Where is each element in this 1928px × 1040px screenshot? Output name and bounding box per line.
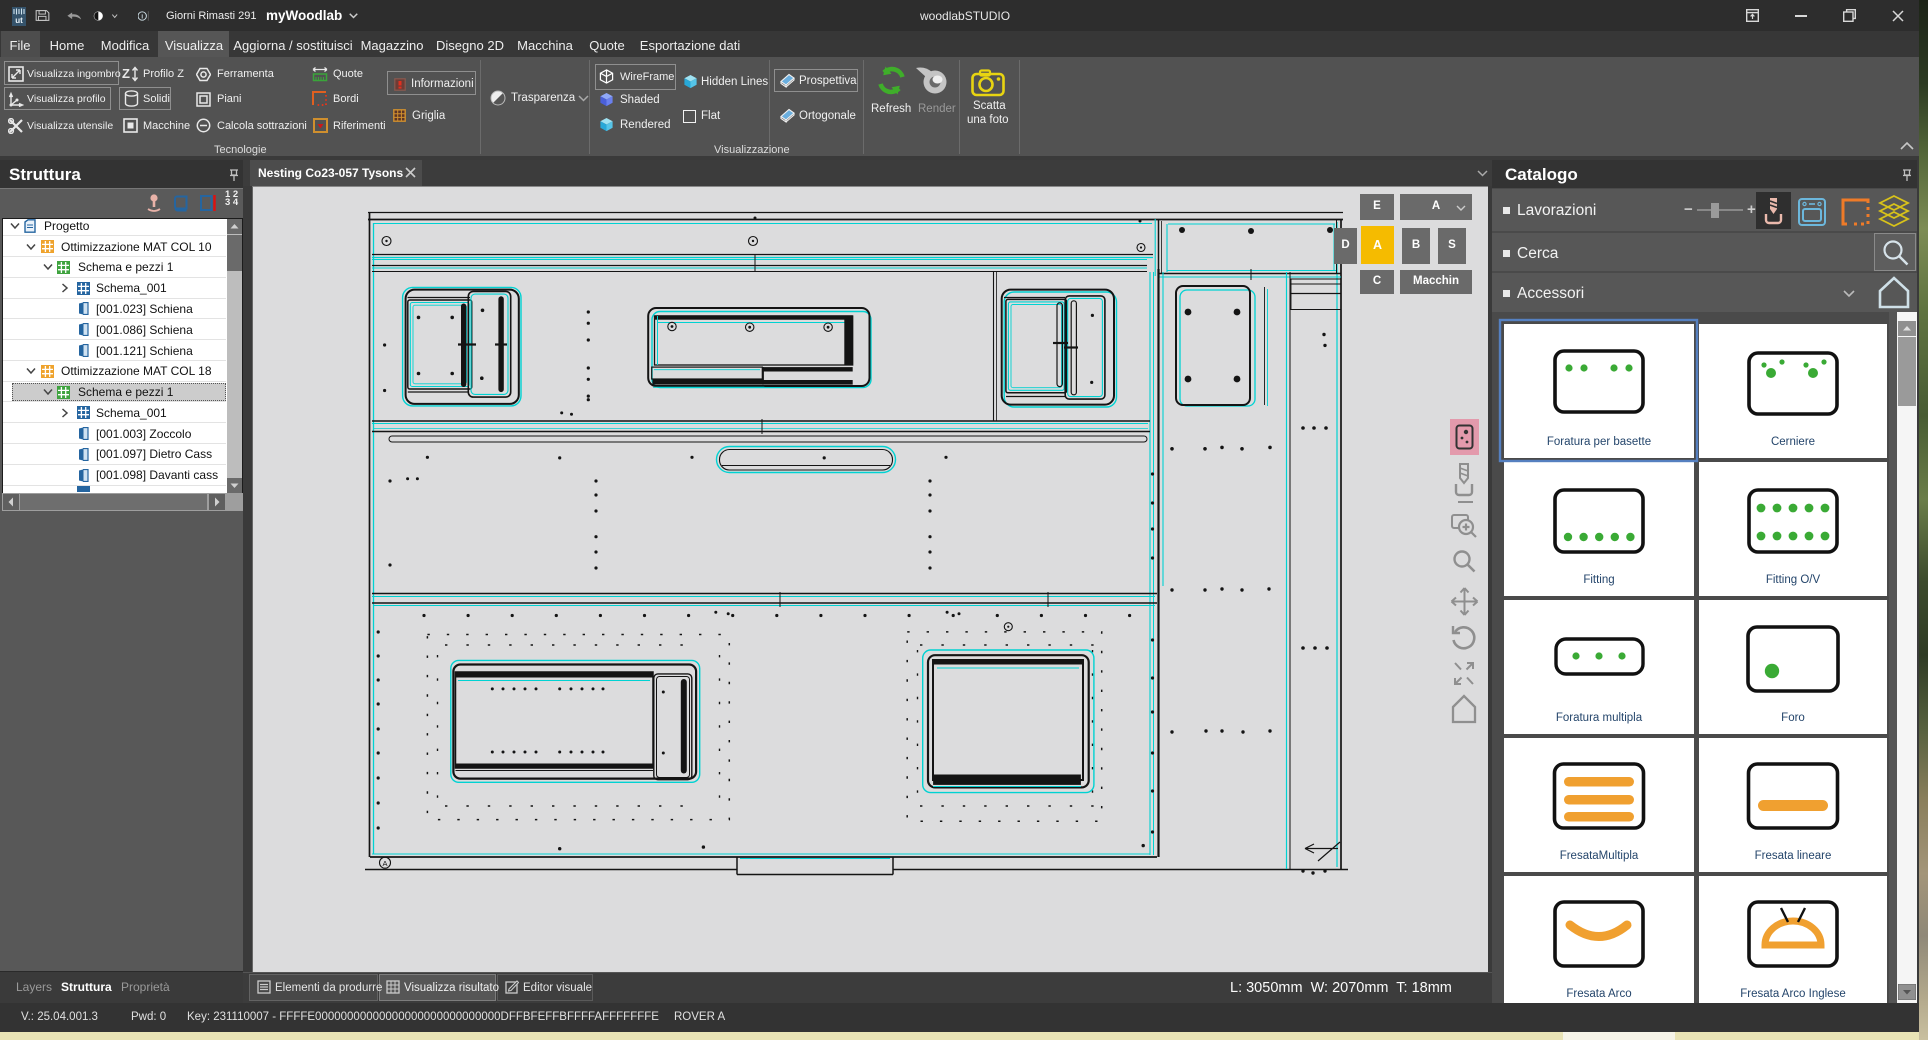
svg-text:i: i: [141, 14, 143, 20]
svg-text:ut: ut: [15, 16, 23, 25]
svg-text:Foratura per basette: Foratura per basette: [1547, 436, 1651, 448]
svg-text:Z: Z: [122, 66, 130, 81]
svg-text:Fitting O/V: Fitting O/V: [1766, 574, 1821, 586]
svg-text:Foratura multipla: Foratura multipla: [1556, 712, 1643, 724]
svg-text:Cerniere: Cerniere: [1771, 436, 1815, 448]
svg-text:Fitting: Fitting: [1583, 574, 1614, 586]
svg-text:Fresata Arco Inglese: Fresata Arco Inglese: [1740, 988, 1845, 1000]
svg-text:Fresata lineare: Fresata lineare: [1755, 850, 1832, 862]
svg-text:Fresata Arco: Fresata Arco: [1566, 988, 1631, 1000]
svg-text:Foro: Foro: [1781, 712, 1805, 724]
svg-text:A: A: [382, 859, 387, 868]
svg-text:FresataMultipla: FresataMultipla: [1560, 850, 1639, 862]
